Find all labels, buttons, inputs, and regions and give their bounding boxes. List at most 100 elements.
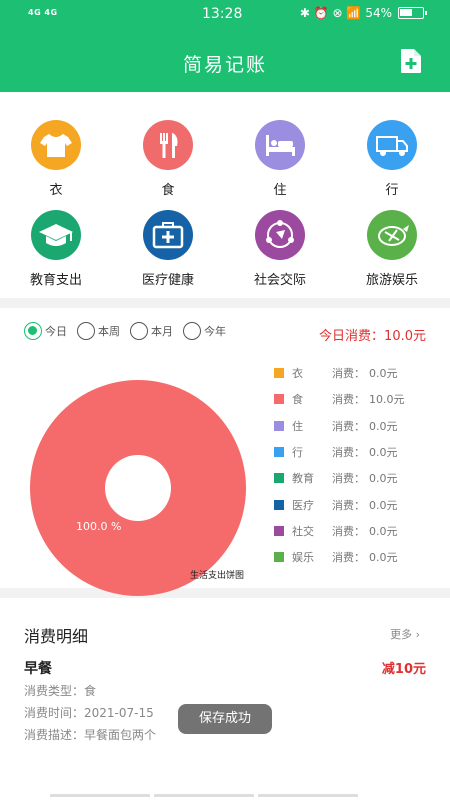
status-time: 13:28 bbox=[202, 6, 243, 22]
legend-value: 0.0元 bbox=[369, 367, 398, 381]
legend-item: 住 消费： 0.0元 bbox=[274, 413, 405, 439]
legend-swatch bbox=[274, 552, 284, 563]
chart-card: 今日 本周 本月 今年 今日消费：10.0元 100.0 % 衣消费： 0.0元食… bbox=[0, 308, 450, 596]
legend-name: 食 bbox=[292, 393, 303, 407]
battery-icon bbox=[398, 7, 427, 19]
legend-name: 行 bbox=[292, 446, 303, 460]
legend-item: 衣 消费： 0.0元 bbox=[274, 360, 405, 386]
expense-time: 消费时间：2021-07-15 bbox=[24, 706, 154, 720]
legend-value: 0.0元 bbox=[369, 446, 398, 460]
more-label: 更多 bbox=[390, 628, 413, 641]
category-social[interactable]: 社会交际 bbox=[230, 210, 330, 288]
legend-prefix: 消费： bbox=[332, 446, 365, 460]
legend-name: 住 bbox=[292, 419, 303, 433]
chevron-right-icon: › bbox=[415, 628, 420, 641]
toast-message: 保存成功 bbox=[178, 704, 272, 734]
category-medical[interactable]: 医疗健康 bbox=[118, 210, 218, 288]
app-header: 4G 4G 13:28 ✱ ⏰ ⊗ 📶 54% 简易记账 bbox=[0, 0, 450, 92]
graduation-cap-icon bbox=[31, 210, 81, 260]
legend-name: 衣 bbox=[292, 367, 303, 381]
radio-label: 本月 bbox=[151, 325, 173, 338]
expense-desc: 消费描述：早餐面包两个 bbox=[24, 728, 157, 742]
legend-swatch bbox=[274, 473, 284, 484]
expense-type: 消费类型：食 bbox=[24, 684, 97, 698]
category-label: 住 bbox=[273, 183, 287, 198]
legend-swatch bbox=[274, 368, 284, 379]
category-label: 衣 bbox=[49, 183, 63, 198]
chart-title: 生活支出饼图 bbox=[190, 571, 245, 581]
legend-prefix: 消费： bbox=[332, 393, 365, 407]
legend-swatch bbox=[274, 394, 284, 405]
add-file-icon[interactable] bbox=[400, 48, 422, 74]
legend-prefix: 消费： bbox=[332, 498, 365, 512]
radio-label: 今日 bbox=[45, 325, 67, 338]
expense-detail-card: 消费明细 更多 › 早餐 减10元 消费类型：食 消费时间：2021-07-15… bbox=[0, 598, 450, 800]
signal-indicator: 4G 4G bbox=[28, 8, 58, 17]
radio-dot bbox=[77, 322, 95, 340]
more-link[interactable]: 更多 › bbox=[390, 626, 420, 642]
legend-item: 教育 消费： 0.0元 bbox=[274, 465, 405, 491]
today-spend: 今日消费：10.0元 bbox=[319, 329, 426, 344]
radio-month[interactable]: 本月 bbox=[130, 322, 173, 340]
status-bar: 4G 4G 13:28 ✱ ⏰ ⊗ 📶 54% bbox=[0, 0, 450, 30]
legend-swatch bbox=[274, 525, 284, 536]
pie-chart: 100.0 % bbox=[30, 380, 246, 596]
fork-knife-icon bbox=[143, 120, 193, 170]
legend-name: 医疗 bbox=[292, 498, 314, 512]
legend-swatch bbox=[274, 499, 284, 510]
category-label: 医疗健康 bbox=[141, 273, 194, 288]
legend-item: 行 消费： 0.0元 bbox=[274, 439, 405, 465]
radio-label: 本周 bbox=[98, 325, 120, 338]
travel-icon bbox=[367, 210, 417, 260]
bed-icon bbox=[255, 120, 305, 170]
legend-item: 食 消费： 10.0元 bbox=[274, 386, 405, 412]
legend-value: 0.0元 bbox=[369, 498, 398, 512]
bottom-indicator bbox=[50, 794, 358, 797]
category-transport[interactable]: 行 bbox=[342, 120, 442, 198]
radio-dot bbox=[130, 322, 148, 340]
detail-heading: 消费明细 bbox=[24, 627, 89, 646]
category-education[interactable]: 教育支出 bbox=[6, 210, 106, 288]
legend-name: 教育 bbox=[292, 472, 314, 486]
legend-name: 娱乐 bbox=[292, 551, 314, 565]
radio-dot bbox=[24, 322, 42, 340]
category-label: 食 bbox=[161, 183, 175, 198]
radio-year[interactable]: 今年 bbox=[183, 322, 226, 340]
category-travel[interactable]: 旅游娱乐 bbox=[342, 210, 442, 288]
category-food[interactable]: 食 bbox=[118, 120, 218, 198]
legend-swatch bbox=[274, 420, 284, 431]
category-label: 行 bbox=[385, 183, 399, 198]
status-icons: ✱ ⏰ ⊗ 📶 bbox=[299, 6, 362, 20]
category-grid: 衣 食 住 行 教育支出 医疗健康 社会交际 旅游娱乐 bbox=[0, 92, 450, 298]
legend-value: 0.0元 bbox=[369, 472, 398, 486]
legend-item: 娱乐 消费： 0.0元 bbox=[274, 544, 405, 570]
legend-prefix: 消费： bbox=[332, 367, 365, 381]
donut-hole bbox=[105, 455, 171, 521]
chart-legend: 衣消费： 0.0元食消费： 10.0元住消费： 0.0元行消费： 0.0元 教育 消费： 0.… bbox=[274, 360, 405, 570]
tshirt-icon bbox=[31, 120, 81, 170]
battery-percent: 54% bbox=[365, 6, 392, 20]
category-label: 旅游娱乐 bbox=[365, 273, 418, 288]
legend-prefix: 消费： bbox=[332, 472, 365, 486]
social-network-icon bbox=[255, 210, 305, 260]
radio-week[interactable]: 本周 bbox=[77, 322, 120, 340]
slice-percent-label: 100.0 % bbox=[76, 520, 121, 533]
category-label: 教育支出 bbox=[29, 273, 82, 288]
legend-value: 10.0元 bbox=[369, 393, 405, 407]
legend-item: 医疗 消费： 0.0元 bbox=[274, 491, 405, 517]
legend-prefix: 消费： bbox=[332, 524, 365, 538]
period-selector: 今日 本周 本月 今年 bbox=[24, 322, 226, 340]
category-clothing[interactable]: 衣 bbox=[6, 120, 106, 198]
expense-name: 早餐 bbox=[24, 661, 52, 677]
legend-item: 社交 消费： 0.0元 bbox=[274, 518, 405, 544]
legend-name: 社交 bbox=[292, 524, 314, 538]
legend-value: 0.0元 bbox=[369, 551, 398, 565]
radio-dot bbox=[183, 322, 201, 340]
medical-kit-icon bbox=[143, 210, 193, 260]
legend-value: 0.0元 bbox=[369, 419, 398, 433]
legend-prefix: 消费： bbox=[332, 551, 365, 565]
truck-icon bbox=[367, 120, 417, 170]
legend-prefix: 消费： bbox=[332, 419, 365, 433]
category-housing[interactable]: 住 bbox=[230, 120, 330, 198]
radio-today[interactable]: 今日 bbox=[24, 322, 67, 340]
